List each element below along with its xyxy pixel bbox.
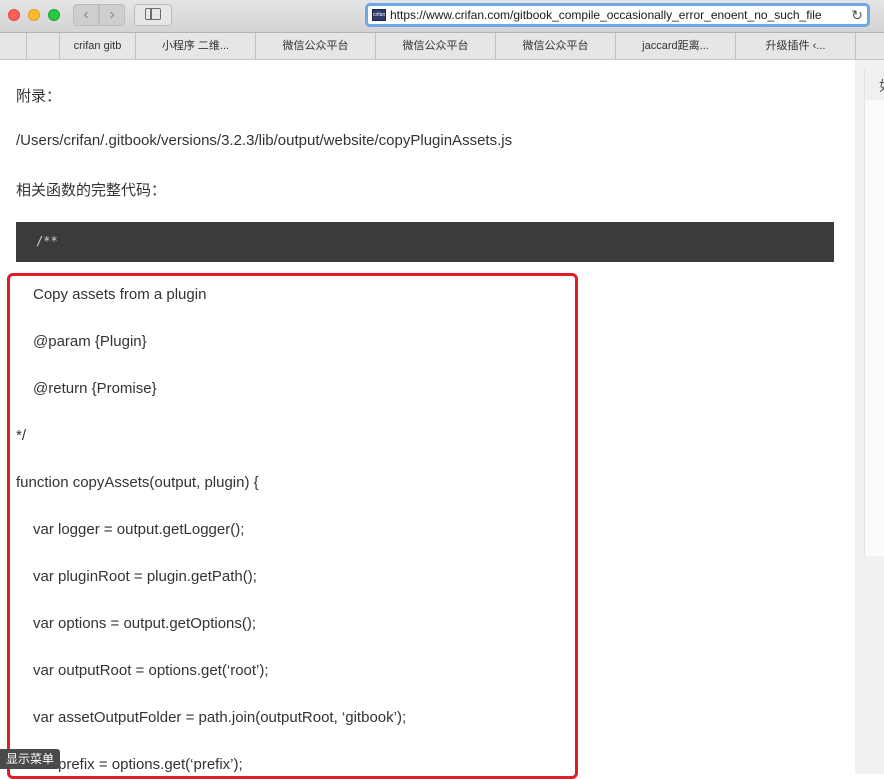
bookmark-item[interactable] xyxy=(27,33,60,59)
minimize-window-button[interactable] xyxy=(28,9,40,21)
forward-button[interactable]: › xyxy=(99,4,125,26)
code-comment-open: /** xyxy=(36,234,58,248)
code-line: var logger = output.getLogger(); xyxy=(33,521,245,538)
code-line: var prefix = options.get(‘prefix’); xyxy=(33,756,243,773)
zoom-window-button[interactable] xyxy=(48,9,60,21)
code-line: var assetOutputFolder = path.join(output… xyxy=(33,709,407,726)
code-line: var options = output.getOptions(); xyxy=(33,615,257,632)
url-text[interactable]: https://www.crifan.com/gitbook_compile_o… xyxy=(390,8,822,22)
bookmark-item[interactable]: 微信公众平台 xyxy=(376,33,496,59)
bookmark-item[interactable]: crifan gitb xyxy=(60,33,136,59)
code-line: Copy assets from a plugin xyxy=(33,286,207,303)
code-block: /** xyxy=(16,222,834,262)
back-button[interactable]: ‹ xyxy=(73,4,99,26)
site-favicon-icon: crifan xyxy=(372,9,386,21)
code-line: function copyAssets(output, plugin) { xyxy=(16,474,259,491)
bookmark-item[interactable]: 小程序 二维... xyxy=(136,33,256,59)
chevron-left-icon: ‹ xyxy=(83,6,89,23)
full-code-label: 相关函数的完整代码： xyxy=(16,182,167,199)
code-line: @param {Plugin} xyxy=(33,333,147,350)
bookmark-item[interactable]: 微信公众平台 xyxy=(496,33,616,59)
show-menu-button[interactable]: 显示菜单 xyxy=(0,749,61,769)
bookmark-item[interactable] xyxy=(0,33,27,59)
bookmark-item[interactable]: jaccard距离... xyxy=(616,33,736,59)
bookmarks-bar: crifan gitb 小程序 二维... 微信公众平台 微信公众平台 微信公众… xyxy=(0,33,884,60)
appendix-label: 附录： xyxy=(16,88,62,105)
code-line: var pluginRoot = plugin.getPath(); xyxy=(33,568,257,585)
sidebar-icon xyxy=(145,8,161,20)
code-line: var outputRoot = options.get(‘root’); xyxy=(33,662,269,679)
file-path: /Users/crifan/.gitbook/versions/3.2.3/li… xyxy=(16,132,513,149)
window-titlebar: ‹ › crifan https://www.crifan.com/gitboo… xyxy=(0,0,884,33)
right-panel-text: 如 xyxy=(879,76,884,96)
code-line: @return {Promise} xyxy=(33,380,157,397)
reload-icon[interactable]: ↻ xyxy=(847,7,863,24)
address-bar[interactable]: crifan https://www.crifan.com/gitbook_co… xyxy=(365,3,870,27)
bookmark-item[interactable]: 升级插件 ‹... xyxy=(736,33,856,59)
code-line: */ xyxy=(16,427,27,444)
right-panel: 如 xyxy=(864,68,884,556)
close-window-button[interactable] xyxy=(8,9,20,21)
sidebar-toggle-button[interactable] xyxy=(134,4,172,26)
bookmark-item[interactable]: 微信公众平台 xyxy=(256,33,376,59)
chevron-right-icon: › xyxy=(109,6,115,23)
